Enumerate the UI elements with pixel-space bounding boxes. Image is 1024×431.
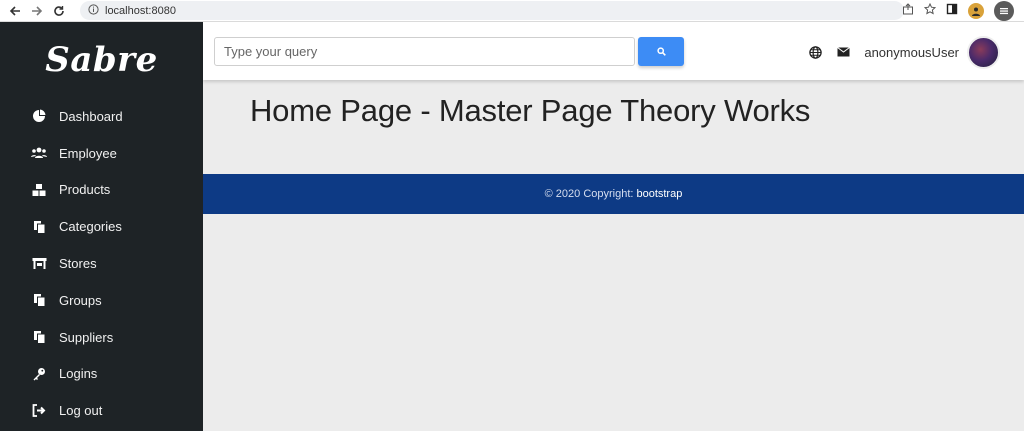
sidebar-item-label: Log out — [59, 403, 103, 419]
sidebar-item-label: Categories — [59, 219, 122, 235]
sidebar-item-label: Employee — [59, 145, 117, 161]
dashboard-icon — [31, 108, 47, 124]
profile-icon[interactable] — [968, 3, 984, 19]
search-icon — [656, 44, 666, 59]
side-panel-icon[interactable] — [946, 2, 958, 20]
sidebar-item-dashboard[interactable]: Dashboard — [0, 98, 203, 135]
copy-icon — [31, 219, 47, 235]
sidebar-item-label: Suppliers — [59, 329, 114, 345]
footer-link[interactable]: bootstrap — [636, 188, 682, 200]
copy-icon — [31, 329, 47, 345]
footer-copyright: © 2020 Copyright: — [544, 188, 634, 200]
browser-menu-icon[interactable] — [994, 1, 1014, 21]
sidebar: Sabre Dashboard Employee Products Catego… — [0, 22, 203, 431]
sidebar-item-groups[interactable]: Groups — [0, 282, 203, 319]
top-header: anonymousUser — [203, 22, 1024, 80]
globe-icon[interactable] — [806, 43, 824, 61]
footer: © 2020 Copyright: bootstrap — [203, 174, 1024, 214]
page-title: Home Page - Master Page Theory Works — [250, 93, 811, 128]
share-icon[interactable] — [902, 2, 914, 20]
envelope-icon[interactable] — [834, 43, 852, 61]
sidebar-item-suppliers[interactable]: Suppliers — [0, 319, 203, 356]
sidebar-item-label: Logins — [59, 366, 98, 382]
copy-icon — [31, 292, 47, 308]
browser-toolbar: localhost:8080 — [0, 0, 1024, 22]
address-url[interactable]: localhost:8080 — [105, 5, 176, 17]
brand-logo[interactable]: Sabre — [0, 22, 203, 98]
sidebar-item-products[interactable]: Products — [0, 172, 203, 209]
search-input[interactable] — [214, 37, 635, 66]
forward-icon[interactable] — [26, 1, 48, 21]
sidebar-item-label: Stores — [59, 256, 97, 272]
search-button[interactable] — [638, 37, 684, 66]
info-icon[interactable] — [88, 2, 99, 20]
sidebar-item-stores[interactable]: Stores — [0, 245, 203, 282]
key-icon — [31, 366, 47, 382]
avatar[interactable] — [967, 35, 1000, 69]
username-label[interactable]: anonymousUser — [864, 45, 959, 60]
sidebar-item-label: Products — [59, 182, 111, 198]
star-icon[interactable] — [923, 2, 937, 20]
back-icon[interactable] — [4, 1, 26, 21]
sidebar-item-logins[interactable]: Logins — [0, 356, 203, 393]
sidebar-item-label: Groups — [59, 292, 102, 308]
sign-out-icon — [31, 403, 47, 419]
sidebar-item-label: Dashboard — [59, 108, 123, 124]
store-icon — [31, 256, 47, 272]
address-bar[interactable]: localhost:8080 — [80, 1, 904, 20]
sidebar-item-categories[interactable]: Categories — [0, 208, 203, 245]
sidebar-item-logout[interactable]: Log out — [0, 392, 203, 429]
reload-icon[interactable] — [48, 1, 70, 21]
users-icon — [31, 145, 47, 161]
sidebar-item-employee[interactable]: Employee — [0, 135, 203, 172]
boxes-icon — [31, 182, 47, 198]
